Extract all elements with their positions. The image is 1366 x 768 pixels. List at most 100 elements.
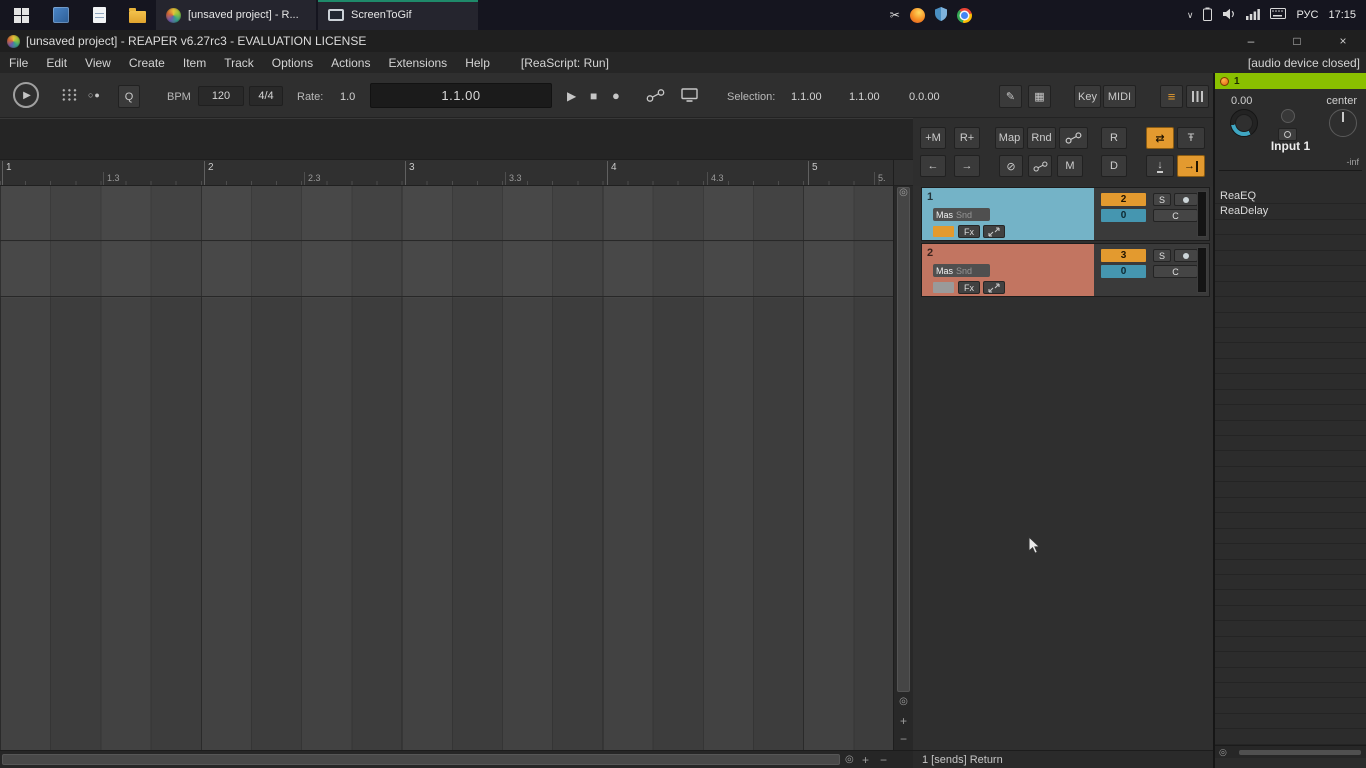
fx-slot-empty[interactable]: [1215, 652, 1366, 668]
track-lane-2[interactable]: [0, 242, 893, 297]
q-button[interactable]: Q: [118, 85, 140, 108]
arrange-view[interactable]: [0, 186, 893, 750]
zoom-in-button[interactable]: +: [894, 715, 913, 727]
fx-slot-empty[interactable]: [1215, 637, 1366, 653]
pencil-button[interactable]: ✎: [999, 85, 1022, 108]
fx-slot-empty[interactable]: [1215, 606, 1366, 622]
link-small-button[interactable]: [1028, 155, 1052, 177]
master-send-button[interactable]: Mas Snd: [933, 264, 990, 277]
key-button[interactable]: Key: [1074, 85, 1101, 108]
menu-edit[interactable]: Edit: [37, 56, 76, 70]
fx-list-scrollbar[interactable]: ◎: [1215, 745, 1366, 758]
pan-center-button[interactable]: C: [1153, 265, 1198, 278]
start-button[interactable]: [0, 0, 42, 30]
speaker-icon[interactable]: [1222, 8, 1236, 23]
fx-slot-empty[interactable]: [1215, 235, 1366, 251]
fx-slot[interactable]: ReaDelay: [1215, 204, 1366, 220]
volume-knob[interactable]: [1230, 109, 1258, 137]
fx-slot-empty[interactable]: [1215, 729, 1366, 745]
dot-circles-icon[interactable]: ○●: [88, 90, 101, 100]
fx-slot-empty[interactable]: [1215, 621, 1366, 637]
loop-icon-button[interactable]: [646, 89, 665, 107]
selection-length-value[interactable]: 0.0.00: [909, 91, 940, 103]
position-display[interactable]: 1.1.00: [370, 83, 552, 108]
input-selector[interactable]: Input 1: [1215, 139, 1366, 153]
zoom-dot-icon[interactable]: ◎: [845, 755, 854, 765]
minimize-button[interactable]: –: [1228, 30, 1274, 52]
fx-slot[interactable]: ReaEQ: [1215, 189, 1366, 205]
circle-slash-button[interactable]: ⊘: [999, 155, 1023, 177]
tray-chevron-icon[interactable]: ∨: [1187, 10, 1194, 21]
solo-button[interactable]: S: [1153, 249, 1171, 262]
zoom-in-button[interactable]: +: [862, 754, 869, 766]
close-button[interactable]: ×: [1320, 30, 1366, 52]
taskbar-app-button-2[interactable]: [80, 0, 118, 30]
selection-start-value[interactable]: 1.1.00: [791, 91, 822, 103]
fx-slot-empty[interactable]: [1215, 297, 1366, 313]
vertical-scroll-thumb[interactable]: [897, 187, 910, 692]
maximize-button[interactable]: □: [1274, 30, 1320, 52]
fx-slot-empty[interactable]: [1215, 590, 1366, 606]
shield-icon[interactable]: [934, 6, 947, 24]
fx-scroll-thumb[interactable]: [1239, 750, 1361, 755]
add-region-button[interactable]: R+: [954, 127, 980, 149]
right-to-bar-button[interactable]: →: [1177, 155, 1205, 177]
pan-knob[interactable]: [1329, 109, 1357, 137]
clock[interactable]: 17:15: [1328, 9, 1356, 21]
taskbar-app-button-1[interactable]: [42, 0, 80, 30]
map-button[interactable]: Map: [995, 127, 1024, 149]
track-lane-1[interactable]: [0, 186, 893, 241]
fx-slot-empty[interactable]: [1215, 451, 1366, 467]
play-circle-button[interactable]: ▶: [13, 82, 39, 108]
send-number-badge[interactable]: 2: [1101, 193, 1146, 206]
network-icon[interactable]: [1246, 8, 1261, 23]
fx-slot-empty[interactable]: [1215, 714, 1366, 730]
fx-slot-empty[interactable]: [1215, 343, 1366, 359]
volume-readout[interactable]: 0.00: [1231, 95, 1252, 107]
fx-slot-empty[interactable]: [1215, 482, 1366, 498]
menu-actions[interactable]: Actions: [322, 56, 379, 70]
taskbar-window-reaper[interactable]: [unsaved project] - R...: [156, 0, 316, 30]
fx-slot-empty[interactable]: [1215, 698, 1366, 714]
mixer-track-header[interactable]: 1: [1215, 73, 1366, 89]
fx-slot-empty[interactable]: [1215, 529, 1366, 545]
horizontal-scroll-thumb[interactable]: [2, 754, 840, 765]
d-button[interactable]: D: [1101, 155, 1127, 177]
menu-item[interactable]: Item: [174, 56, 215, 70]
rnd-button[interactable]: Rnd: [1027, 127, 1056, 149]
fx-slot-empty[interactable]: [1215, 421, 1366, 436]
fx-slot-empty[interactable]: [1215, 513, 1366, 529]
io-color-chip[interactable]: [933, 282, 954, 293]
fx-slot-empty[interactable]: [1215, 683, 1366, 699]
scissors-icon[interactable]: ✂: [890, 8, 900, 22]
zoom-out-button[interactable]: −: [894, 733, 913, 745]
fx-slot-empty[interactable]: [1215, 544, 1366, 560]
volume-value[interactable]: 0: [1101, 265, 1146, 278]
time-signature-field[interactable]: 4/4: [249, 86, 283, 106]
menu-reascript-run[interactable]: [ReaScript: Run]: [512, 56, 618, 70]
grid-settings-button[interactable]: ▦: [1028, 85, 1051, 108]
record-arm-button[interactable]: [1174, 193, 1198, 206]
menu-hamburger-button[interactable]: ≡: [1160, 85, 1183, 108]
menu-create[interactable]: Create: [120, 56, 174, 70]
fx-slot-empty[interactable]: [1215, 405, 1366, 421]
routing-button[interactable]: [983, 225, 1005, 238]
monitor-icon-button[interactable]: [681, 88, 698, 107]
fx-slot-empty[interactable]: [1215, 467, 1366, 483]
battery-icon[interactable]: [1203, 7, 1213, 24]
pan-readout[interactable]: center: [1326, 95, 1357, 107]
track-panel-1[interactable]: 1 Mas Snd Fx 2 S 0 C: [921, 187, 1210, 241]
horizontal-scrollbar[interactable]: ◎ + −: [0, 750, 913, 768]
chrome-icon[interactable]: [956, 7, 972, 23]
t-bar-button[interactable]: Ŧ: [1177, 127, 1205, 149]
fx-slot-empty[interactable]: [1215, 560, 1366, 575]
fx-slot-empty[interactable]: [1215, 359, 1366, 375]
midi-button[interactable]: MIDI: [1103, 85, 1136, 108]
vertical-scrollbar[interactable]: ◎ ◎ + −: [893, 160, 913, 750]
timeline-ruler[interactable]: 1 1.3 2 2.3 3 3.3 4 4.3 5 5.: [0, 160, 893, 186]
play-button[interactable]: ▶: [567, 89, 576, 103]
next-marker-button[interactable]: →: [954, 155, 980, 177]
volume-value[interactable]: 0: [1101, 209, 1146, 222]
menu-extensions[interactable]: Extensions: [379, 56, 456, 70]
language-indicator[interactable]: РУС: [1296, 9, 1318, 21]
